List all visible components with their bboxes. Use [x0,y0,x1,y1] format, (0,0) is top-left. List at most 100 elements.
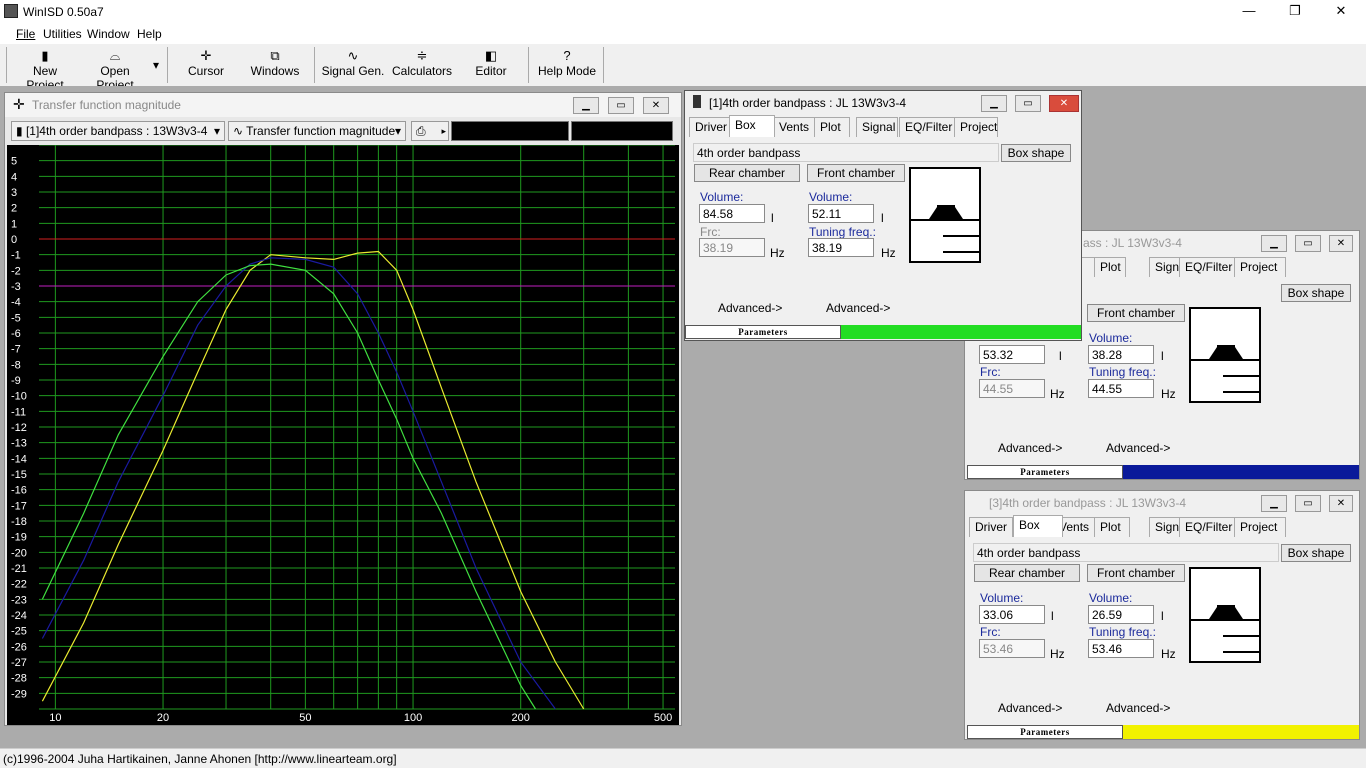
parameters-strip: Parameters [967,465,1359,479]
tab-driver[interactable]: Driver [689,117,733,137]
tab-project[interactable]: Project [1234,257,1286,277]
series-color-bar [841,325,1081,339]
box-window-1-title-bar[interactable]: [1]4th order bandpass : JL 13W3v3-4 ▁ ▭ … [685,91,1081,115]
tab-box[interactable]: Box [729,115,775,137]
tab-eq-filter[interactable]: EQ/Filter [1179,257,1235,277]
menu-window[interactable]: Window [87,27,130,41]
tab-vents[interactable]: Vents [773,117,817,137]
rear-volume-unit: l [771,211,774,225]
minimize-button[interactable]: ▁ [1261,495,1287,512]
new-project-button[interactable]: ▮ New Project [13,48,77,92]
front-advanced-link[interactable]: Advanced-> [1106,701,1170,715]
box-shape-button[interactable]: Box shape [1281,544,1351,562]
toolbar: ▮ New Project ⌓ Open Project ▾ ✛ Cursor … [0,44,1366,92]
tab-plot[interactable]: Plot [814,117,850,137]
maximize-button[interactable]: ▭ [608,97,634,114]
parameters-label: Parameters [967,465,1123,479]
open-project-button[interactable]: ⌓ Open Project [81,48,149,92]
tab-eq-filter[interactable]: EQ/Filter [899,117,955,137]
y-tick-label: -14 [11,453,27,465]
x-tick-label: 20 [157,712,169,724]
close-button[interactable]: ✕ [1318,0,1364,24]
toolbar-grip [6,47,7,83]
tab-box[interactable]: Box [1013,515,1063,537]
close-button[interactable]: ✕ [1329,495,1353,512]
rear-volume-field[interactable]: 53.32 [979,345,1045,364]
rear-volume-field[interactable]: 33.06 [979,605,1045,624]
tuning-field[interactable]: 38.19 [808,238,874,257]
menu-file[interactable]: File [16,27,35,41]
tab-plot[interactable]: Plot [1094,257,1126,277]
editor-icon: ◧ [484,48,498,63]
maximize-button[interactable]: ▭ [1295,495,1321,512]
cursor-readout-y [571,121,673,141]
minimize-button[interactable]: ▁ [1261,235,1287,252]
maximize-button[interactable]: ▭ [1295,235,1321,252]
menu-utilities[interactable]: Utilities [43,27,82,41]
cursor-button[interactable]: ✛ Cursor [176,48,236,84]
minimize-button[interactable]: ▁ [981,95,1007,112]
y-tick-label: -24 [11,610,27,622]
graph-type-select[interactable]: ∿ Transfer function magnitude ▾ [228,121,406,141]
maximize-button[interactable]: ▭ [1015,95,1041,112]
front-volume-field[interactable]: 38.28 [1088,345,1154,364]
close-button[interactable]: ✕ [1329,235,1353,252]
front-volume-unit: l [1161,349,1164,363]
box-shape-button[interactable]: Box shape [1281,284,1351,302]
tuning-unit: Hz [1161,387,1176,401]
calculators-label: Calculators [391,64,453,78]
front-advanced-link[interactable]: Advanced-> [826,301,890,315]
x-tick-label: 500 [654,712,672,724]
sine-wave-icon: ∿ [347,48,359,63]
toolbar-separator [167,47,168,83]
graph-type-value: Transfer function magnitude [246,124,396,138]
frc-label: Frc: [980,625,1001,639]
close-button[interactable]: ✕ [1049,95,1079,112]
help-mode-button[interactable]: ? Help Mode [536,48,598,84]
y-tick-label: -25 [11,626,27,638]
tuning-field[interactable]: 53.46 [1088,639,1154,658]
signal-gen-button[interactable]: ∿ Signal Gen. [320,48,386,84]
toolbar-separator [314,47,315,83]
minimize-button[interactable]: ▁ [573,97,599,114]
tab-driver[interactable]: Driver [969,517,1013,537]
calculators-button[interactable]: ≑ Calculators [390,48,454,84]
plot-window-title-bar[interactable]: ✛ Transfer function magnitude ▁ ▭ ✕ [5,93,681,117]
menu-help[interactable]: Help [137,27,162,41]
minimize-button[interactable]: — [1226,0,1272,24]
rear-advanced-link[interactable]: Advanced-> [998,441,1062,455]
tab-eq-filter[interactable]: EQ/Filter [1179,517,1235,537]
y-tick-label: -28 [11,673,27,685]
tab-signal[interactable]: Signal [856,117,898,137]
box-shape-button[interactable]: Box shape [1001,144,1071,162]
windows-button[interactable]: ⧉ Windows [246,48,304,84]
front-volume-field[interactable]: 26.59 [1088,605,1154,624]
printer-icon: ⎙ [416,124,426,138]
transfer-function-chart[interactable]: 543210-1-2-3-4-5-6-7-8-9-10-11-12-13-14-… [7,145,679,725]
series-color-bar [1123,465,1359,479]
tuning-field[interactable]: 44.55 [1088,379,1154,398]
rear-volume-field[interactable]: 84.58 [699,204,765,223]
help-icon: ? [563,48,571,63]
box-window-3-title-bar[interactable]: [3]4th order bandpass : JL 13W3v3-4 ▁ ▭ … [965,491,1359,515]
front-volume-field[interactable]: 52.11 [808,204,874,223]
rear-advanced-link[interactable]: Advanced-> [718,301,782,315]
print-button[interactable]: ⎙ ▸ [411,121,449,141]
editor-button[interactable]: ◧ Editor [462,48,520,84]
rear-advanced-link[interactable]: Advanced-> [998,701,1062,715]
front-advanced-link[interactable]: Advanced-> [1106,441,1170,455]
graph-icon: ∿ [233,124,247,138]
close-button[interactable]: ✕ [643,97,669,114]
y-tick-label: -29 [11,688,27,700]
status-bar: (c)1996-2004 Juha Hartikainen, Janne Aho… [0,748,1366,768]
tab-plot[interactable]: Plot [1094,517,1130,537]
project-select[interactable]: ▮ [1]4th order bandpass : 13W3v3-4 ▾ [11,121,225,141]
frc-label: Frc: [980,365,1001,379]
restore-button[interactable]: ❐ [1272,0,1318,24]
app-title: WinISD 0.50a7 [23,5,104,19]
tab-project[interactable]: Project [954,117,998,137]
y-tick-label: 4 [11,171,17,183]
box-window-1: [1]4th order bandpass : JL 13W3v3-4 ▁ ▭ … [684,90,1082,341]
tab-project[interactable]: Project [1234,517,1286,537]
tuning-label: Tuning freq.: [1089,625,1156,639]
